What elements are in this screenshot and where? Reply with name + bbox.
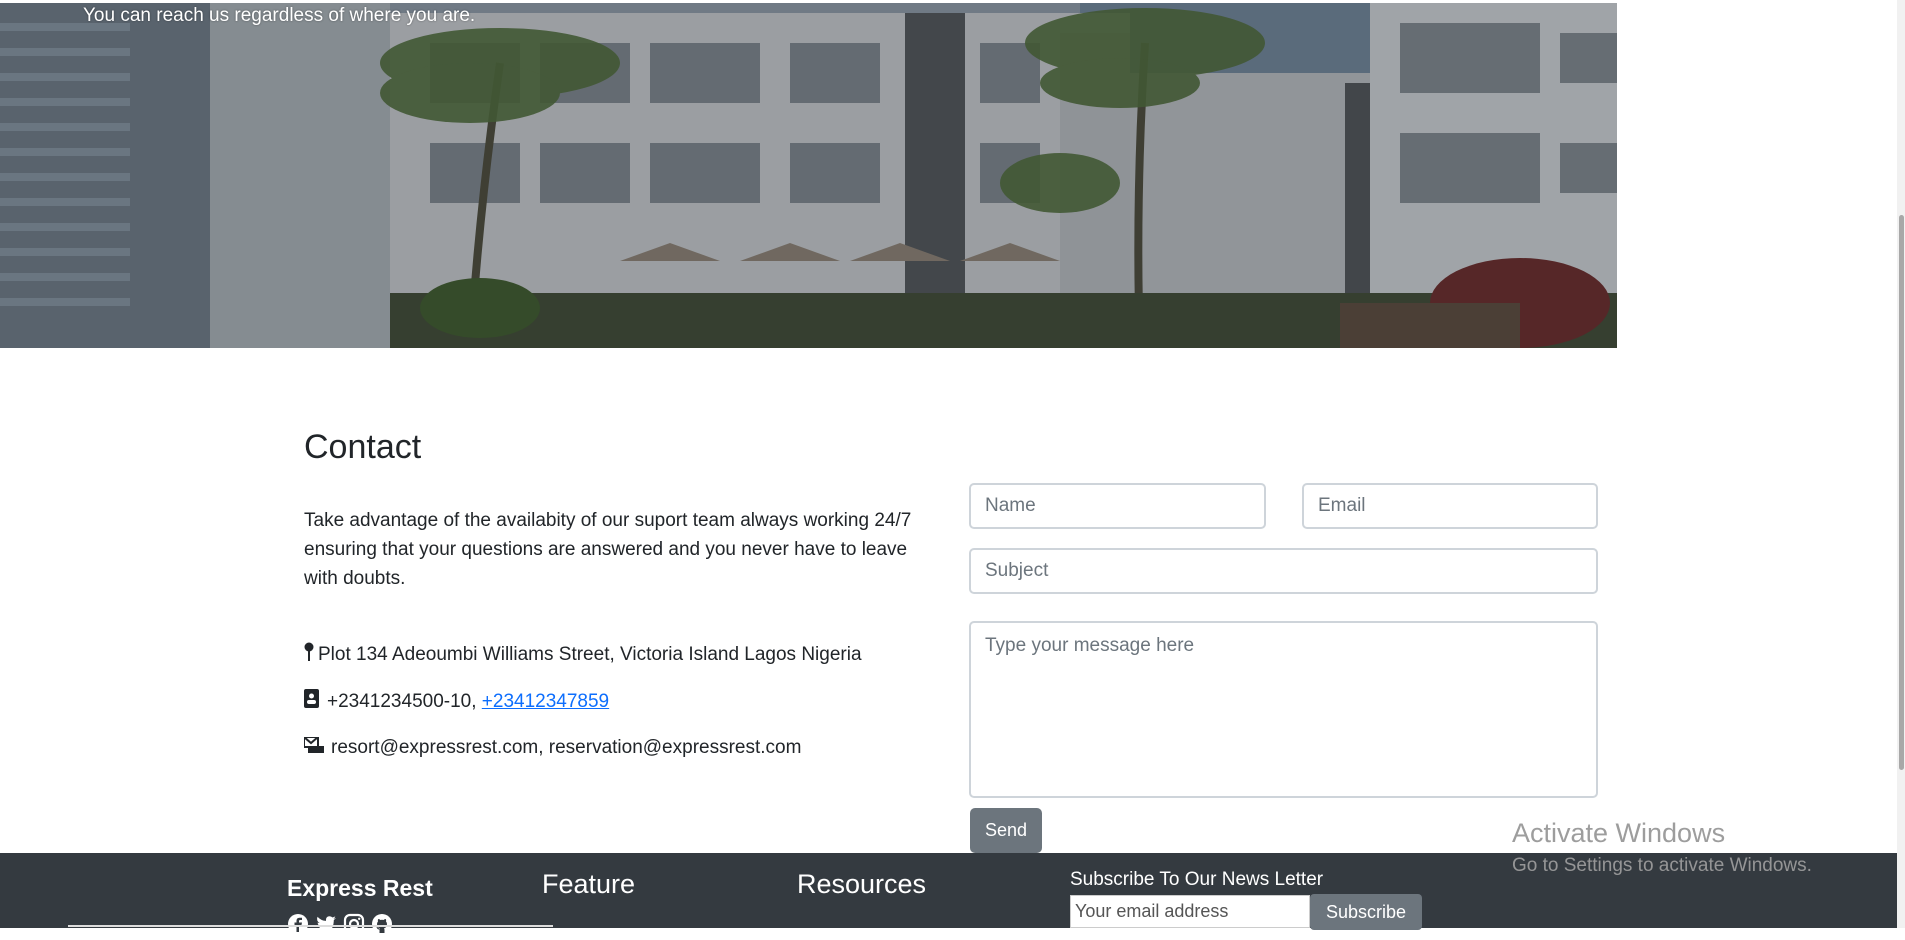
message-textarea[interactable]: [969, 621, 1598, 798]
instagram-icon[interactable]: [343, 913, 365, 935]
address-text: Plot 134 Adeoumbi Williams Street, Victo…: [318, 644, 862, 665]
hero-resort-image: [0, 3, 1617, 348]
address-line: Plot 134 Adeoumbi Williams Street, Victo…: [304, 642, 862, 668]
phone-text: +2341234500-10,: [327, 690, 477, 712]
email-line: resort@expressrest.com, reservation@expr…: [303, 736, 802, 759]
contact-description: Take advantage of the availabity of our …: [304, 510, 912, 589]
email-text: resort@expressrest.com, reservation@expr…: [331, 737, 802, 758]
subject-input[interactable]: [969, 548, 1598, 594]
scrollbar-thumb[interactable]: [1899, 215, 1904, 770]
send-button[interactable]: Send: [970, 808, 1042, 853]
resources-heading: Resources: [797, 869, 927, 899]
social-icons: [287, 913, 393, 935]
hero-banner: You can reach us regardless of where you…: [0, 3, 1617, 348]
feature-heading: Feature: [542, 869, 636, 899]
phone-line: +2341234500-10, +23412347859: [304, 689, 609, 714]
hero-tagline: You can reach us regardless of where you…: [83, 5, 476, 26]
contact-heading: Contact: [304, 428, 422, 466]
twitter-icon[interactable]: [315, 913, 337, 935]
name-input[interactable]: [969, 483, 1266, 529]
newsletter-title: Subscribe To Our News Letter: [1070, 869, 1324, 890]
map-pin-icon: [304, 642, 314, 668]
subscribe-button[interactable]: Subscribe: [1310, 894, 1422, 930]
github-icon[interactable]: [371, 913, 393, 935]
newsletter-email-input[interactable]: [1070, 895, 1310, 928]
footer-brand: Express Rest: [287, 875, 433, 901]
phone-card-icon: [304, 689, 319, 714]
phone-link[interactable]: +23412347859: [482, 691, 609, 713]
facebook-icon[interactable]: [287, 913, 309, 935]
activate-windows-title: Activate Windows: [1512, 818, 1726, 848]
page-scrollbar[interactable]: [1897, 0, 1905, 928]
activate-windows-subtitle: Go to Settings to activate Windows.: [1512, 855, 1812, 876]
footer-divider: [68, 925, 553, 927]
mail-icon: [303, 736, 324, 759]
email-input[interactable]: [1302, 483, 1598, 529]
